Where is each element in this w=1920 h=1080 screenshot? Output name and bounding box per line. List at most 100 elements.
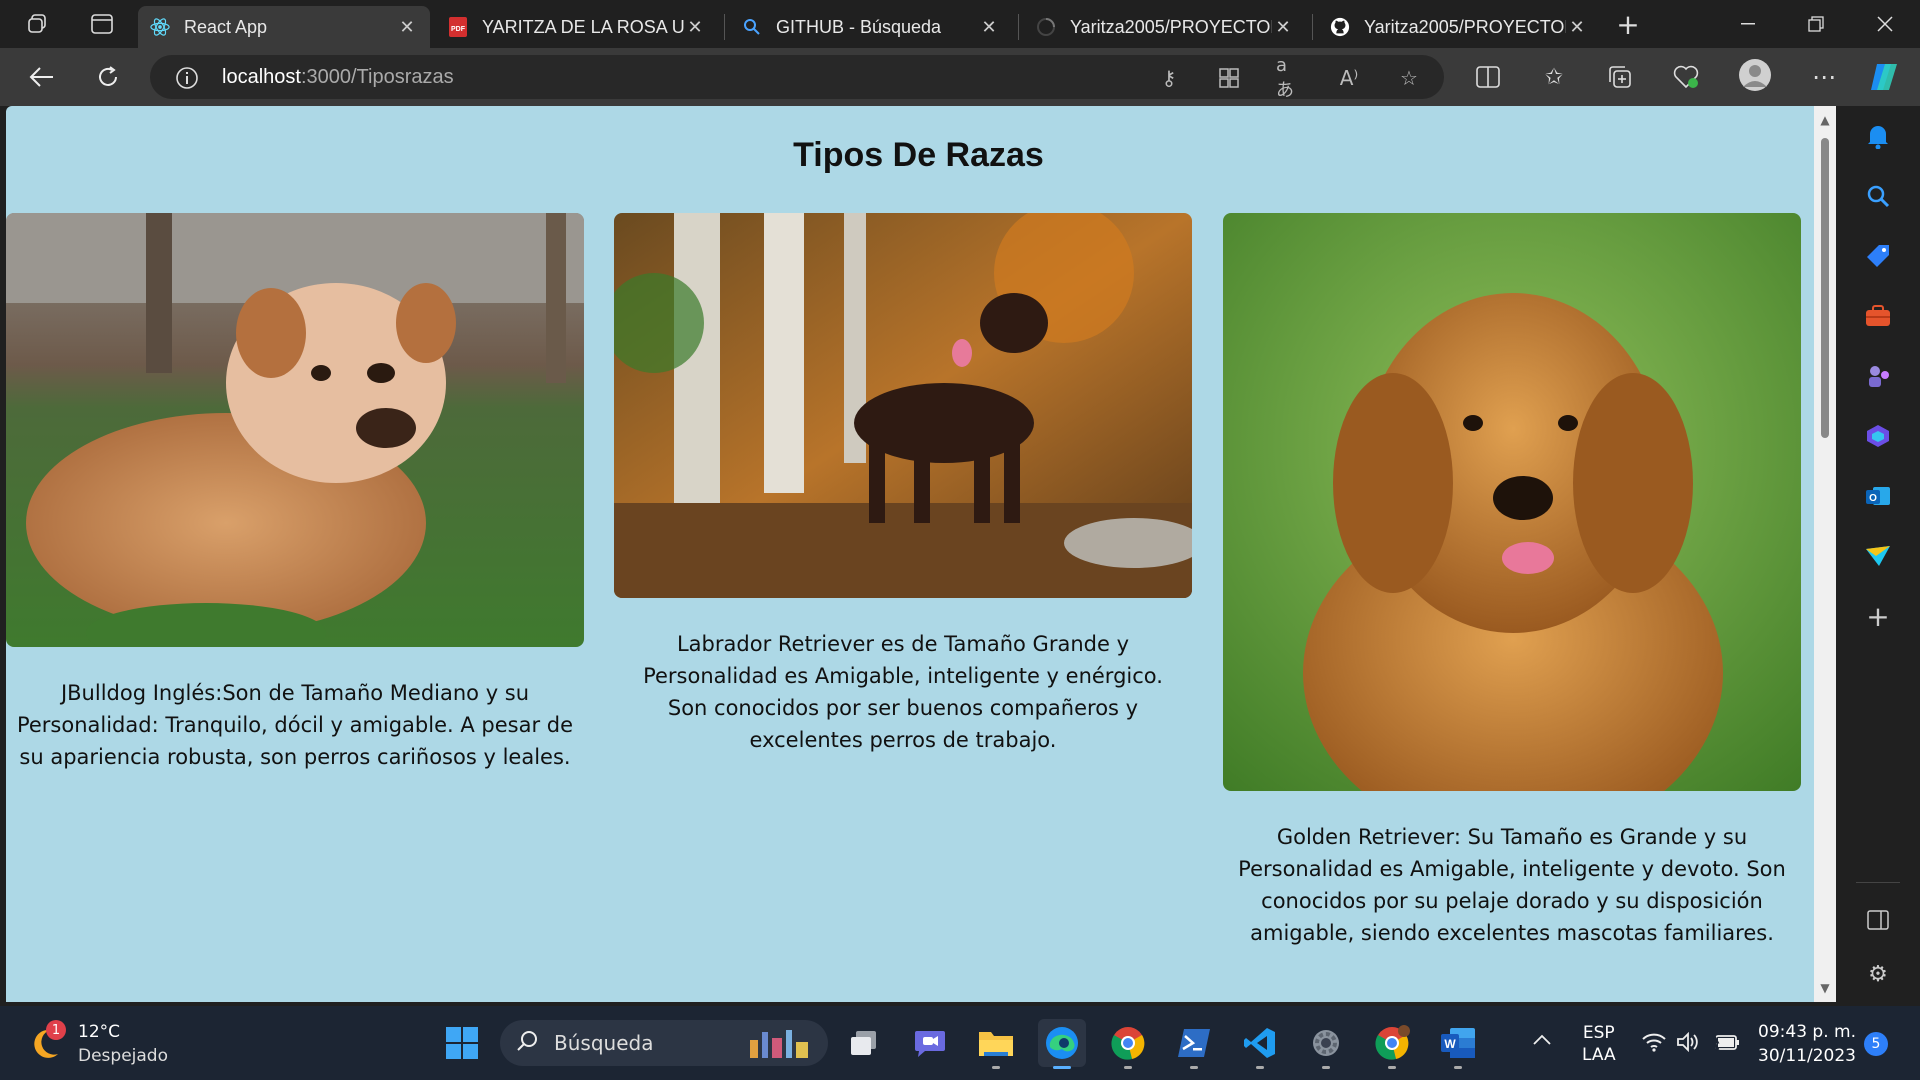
search-icon bbox=[742, 17, 762, 37]
battery-charging-icon[interactable] bbox=[1711, 1032, 1740, 1056]
send-drop-icon[interactable] bbox=[1858, 536, 1898, 576]
teams-chat-icon[interactable] bbox=[906, 1019, 954, 1067]
tab-title: Yaritza2005/PROYECTOF bbox=[1070, 16, 1272, 37]
running-indicator bbox=[1190, 1066, 1198, 1069]
search-placeholder: Búsqueda bbox=[554, 1031, 654, 1055]
show-hidden-icons-chevron-icon[interactable] bbox=[1532, 1030, 1552, 1051]
back-button[interactable] bbox=[24, 60, 60, 94]
wifi-icon[interactable] bbox=[1642, 1032, 1666, 1056]
chrome-icon[interactable] bbox=[1104, 1019, 1152, 1069]
tab-title: YARITZA DE LA ROSA Ur bbox=[482, 16, 684, 37]
page-title: Tipos De Razas bbox=[793, 136, 1044, 174]
scroll-down-arrow[interactable]: ▼ bbox=[1819, 982, 1831, 994]
edge-sidebar: O + ⚙ bbox=[1836, 106, 1920, 1002]
tab-repo-github[interactable]: Yaritza2005/PROYECTOF ✕ bbox=[1318, 6, 1600, 48]
close-tab-icon[interactable]: ✕ bbox=[1566, 17, 1588, 38]
labrador-image bbox=[614, 213, 1192, 598]
sidebar-settings-gear-icon[interactable]: ⚙ bbox=[1858, 954, 1898, 994]
tab-pdf[interactable]: PDF YARITZA DE LA ROSA Ur ✕ bbox=[436, 6, 718, 48]
split-screen-icon[interactable] bbox=[1470, 60, 1506, 94]
loading-icon bbox=[1036, 17, 1056, 37]
running-indicator bbox=[1388, 1066, 1396, 1069]
task-view-icon[interactable] bbox=[840, 1019, 888, 1067]
volume-icon[interactable] bbox=[1676, 1031, 1700, 1056]
running-indicator bbox=[1454, 1066, 1462, 1069]
microsoft-365-icon[interactable] bbox=[1858, 416, 1898, 456]
word-icon[interactable]: W bbox=[1434, 1019, 1482, 1069]
tab-repo-loading[interactable]: Yaritza2005/PROYECTOF ✕ bbox=[1024, 6, 1306, 48]
collections-icon[interactable] bbox=[1602, 60, 1638, 94]
site-info-icon[interactable] bbox=[174, 65, 200, 91]
address-bar[interactable]: localhost:3000/Tiposrazas ⚷ aあ A⁾ ☆ bbox=[150, 55, 1444, 101]
hide-sidebar-icon[interactable] bbox=[1858, 900, 1898, 940]
weather-badge: 1 bbox=[46, 1020, 66, 1040]
tab-react-app[interactable]: React App ✕ bbox=[138, 6, 430, 48]
edge-browser-icon[interactable] bbox=[1038, 1019, 1086, 1069]
vertical-scrollbar[interactable]: ▲ ▼ bbox=[1814, 106, 1836, 1002]
tab-title: GITHUB - Búsqueda bbox=[776, 16, 942, 37]
page-viewport: Tipos De Razas JBulldog Inglés:Son de Ta… bbox=[6, 106, 1836, 1002]
games-icon[interactable] bbox=[1858, 356, 1898, 396]
weather-widget[interactable]: 1 12°C Despejado bbox=[30, 1020, 168, 1068]
outlook-icon[interactable]: O bbox=[1858, 476, 1898, 516]
tab-actions-icon[interactable] bbox=[84, 8, 120, 40]
taskbar-search[interactable]: Búsqueda bbox=[500, 1020, 828, 1066]
vscode-icon[interactable] bbox=[1236, 1019, 1284, 1069]
scrollbar-thumb[interactable] bbox=[1821, 138, 1829, 438]
clock[interactable]: 09:43 p. m. 30/11/2023 bbox=[1758, 1020, 1856, 1068]
search-highlight-icon bbox=[744, 1026, 818, 1064]
powershell-icon[interactable] bbox=[1170, 1019, 1218, 1069]
tab-title: React App bbox=[184, 16, 268, 37]
bulldog-image bbox=[6, 213, 584, 647]
svg-text:PDF: PDF bbox=[451, 26, 466, 33]
svg-text:O: O bbox=[1869, 493, 1877, 504]
shopping-tag-icon[interactable] bbox=[1858, 236, 1898, 276]
copilot-icon[interactable] bbox=[1866, 60, 1902, 94]
read-aloud-icon[interactable]: A⁾ bbox=[1336, 65, 1362, 91]
windows-taskbar: 1 12°C Despejado Búsqueda W ESP LAA 09:4… bbox=[0, 1006, 1920, 1080]
browser-toolbar: localhost:3000/Tiposrazas ⚷ aあ A⁾ ☆ ✩ ⋯ bbox=[0, 48, 1920, 106]
breed-description: Labrador Retriever es de Tamaño Grande y… bbox=[643, 632, 1163, 752]
sidebar-divider bbox=[1856, 882, 1900, 883]
search-icon[interactable] bbox=[1858, 176, 1898, 216]
close-tab-icon[interactable]: ✕ bbox=[684, 17, 706, 38]
windows-start-icon[interactable] bbox=[438, 1019, 486, 1067]
close-tab-icon[interactable]: ✕ bbox=[1272, 17, 1294, 38]
password-key-icon[interactable]: ⚷ bbox=[1156, 65, 1182, 91]
url-text[interactable]: localhost:3000/Tiposrazas bbox=[222, 66, 454, 89]
weather-condition: Despejado bbox=[78, 1046, 168, 1066]
breed-description: Golden Retriever: Su Tamaño es Grande y … bbox=[1238, 825, 1786, 945]
workspaces-icon[interactable] bbox=[20, 8, 56, 40]
close-window-button[interactable] bbox=[1850, 0, 1920, 48]
translate-icon[interactable]: aあ bbox=[1276, 55, 1302, 101]
minimize-button[interactable] bbox=[1713, 0, 1783, 48]
favorite-star-icon[interactable]: ☆ bbox=[1396, 65, 1422, 91]
more-options-icon[interactable]: ⋯ bbox=[1806, 60, 1842, 94]
weather-temp: 12°C bbox=[78, 1022, 121, 1042]
close-tab-icon[interactable]: ✕ bbox=[396, 17, 418, 38]
react-icon bbox=[150, 17, 170, 37]
input-language[interactable]: ESP LAA bbox=[1582, 1022, 1616, 1066]
breed-description: JBulldog Inglés:Son de Tamaño Mediano y … bbox=[16, 681, 574, 769]
running-indicator bbox=[992, 1066, 1000, 1069]
close-tab-icon[interactable]: ✕ bbox=[978, 17, 1000, 38]
url-path: :3000/Tiposrazas bbox=[300, 65, 454, 88]
settings-gear-icon[interactable] bbox=[1302, 1019, 1350, 1069]
restore-button[interactable] bbox=[1781, 0, 1851, 48]
browser-essentials-icon[interactable] bbox=[1668, 60, 1704, 94]
tab-title: Yaritza2005/PROYECTOF bbox=[1364, 16, 1566, 37]
add-sidebar-app-icon[interactable]: + bbox=[1858, 596, 1898, 636]
notifications-bell-icon[interactable] bbox=[1858, 116, 1898, 156]
apps-icon[interactable] bbox=[1216, 65, 1242, 91]
favorites-icon[interactable]: ✩ bbox=[1536, 60, 1572, 94]
new-tab-button[interactable]: + bbox=[1610, 8, 1646, 41]
tools-briefcase-icon[interactable] bbox=[1858, 296, 1898, 336]
notification-count-badge[interactable]: 5 bbox=[1864, 1032, 1888, 1056]
scroll-up-arrow[interactable]: ▲ bbox=[1819, 114, 1831, 126]
profile-avatar[interactable] bbox=[1737, 58, 1773, 92]
breed-card-golden: Golden Retriever: Su Tamaño es Grande y … bbox=[1223, 213, 1801, 949]
file-explorer-icon[interactable] bbox=[972, 1019, 1020, 1069]
reload-button[interactable] bbox=[90, 60, 126, 94]
chrome-profile-icon[interactable] bbox=[1368, 1019, 1416, 1069]
tab-github-search[interactable]: GITHUB - Búsqueda ✕ bbox=[730, 6, 1012, 48]
